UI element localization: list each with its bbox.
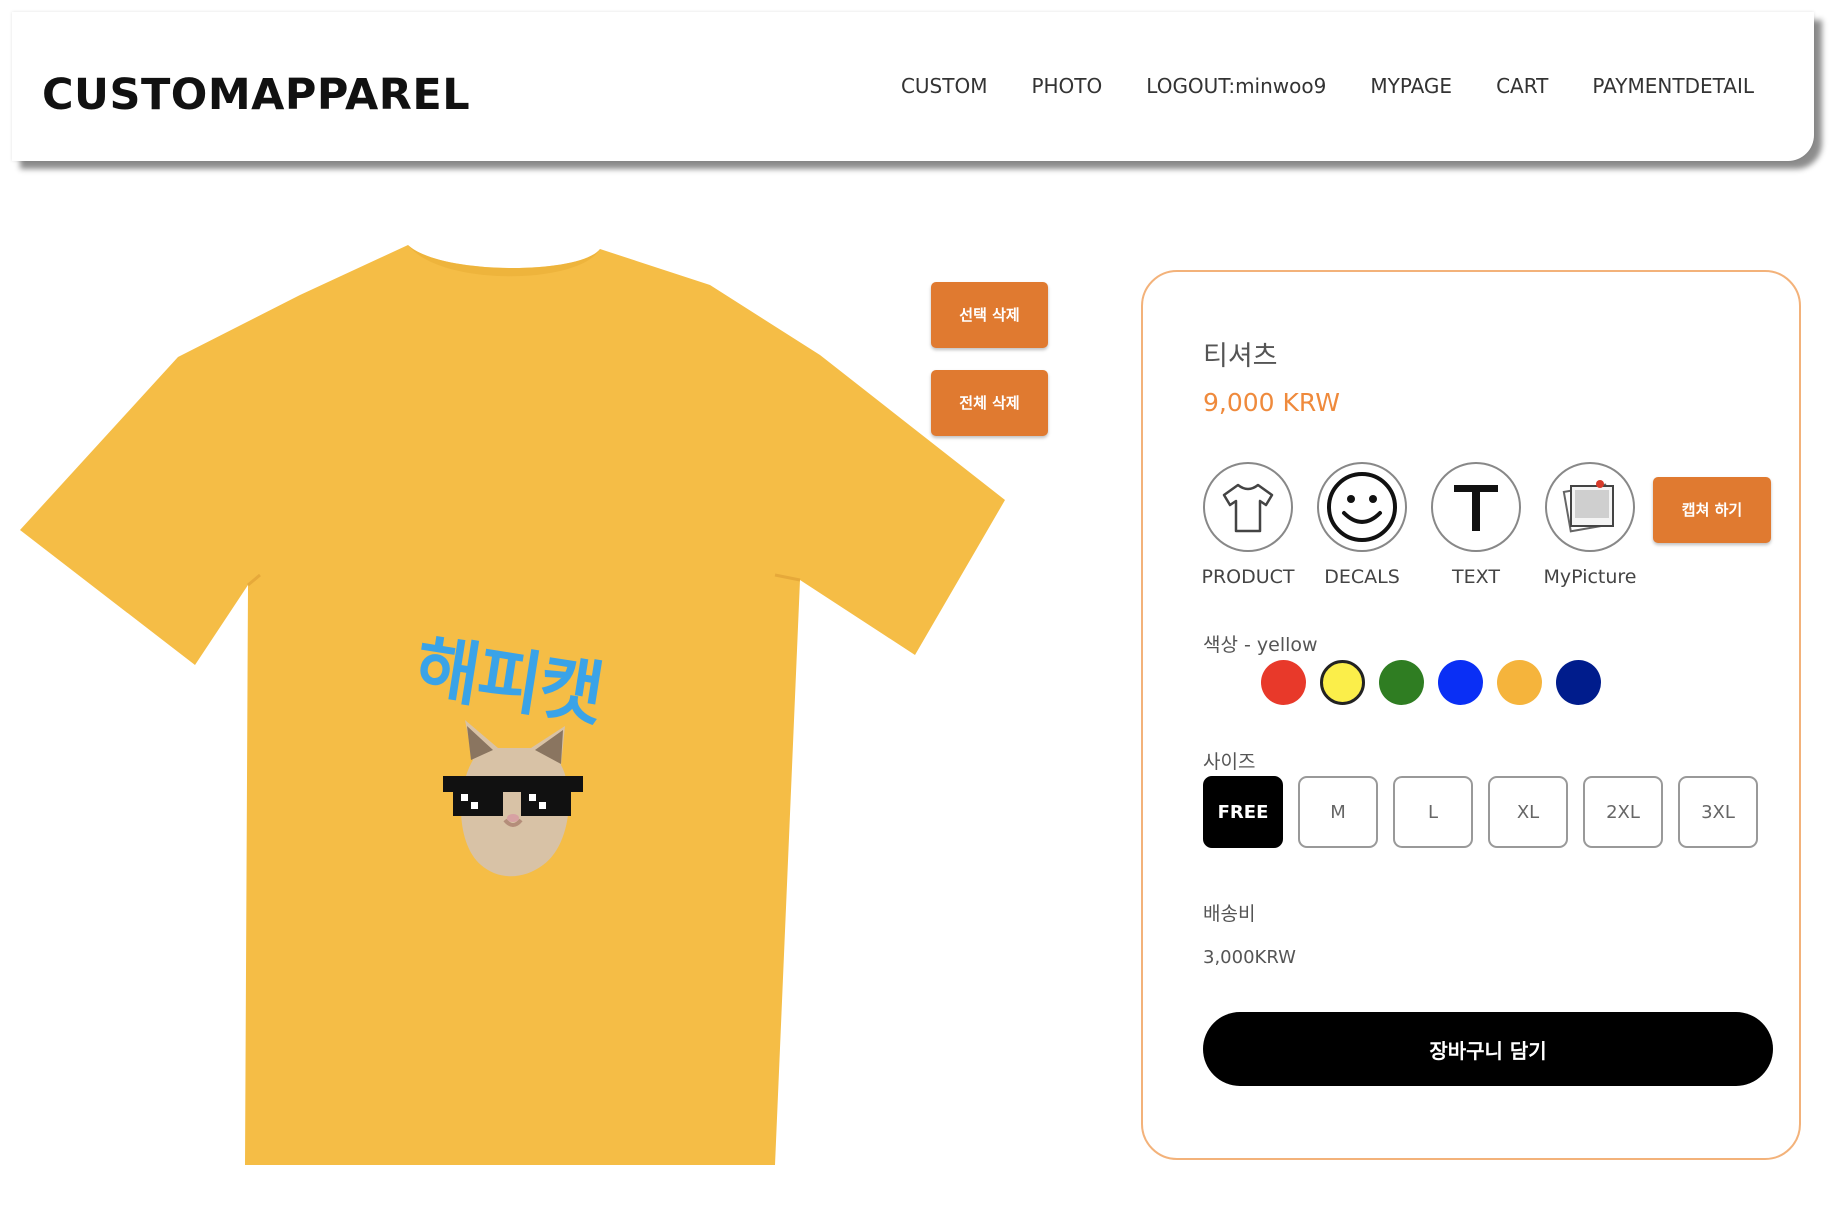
tool-label: MyPicture: [1543, 566, 1637, 588]
nav-payment-detail[interactable]: PAYMENTDETAIL: [1592, 74, 1754, 98]
color-label: 색상 - yellow: [1203, 634, 1318, 656]
cat-sunglasses-decal[interactable]: [443, 720, 583, 880]
site-logo[interactable]: CUSTOMAPPAREL: [42, 70, 470, 120]
nav-logout[interactable]: LOGOUT:minwoo9: [1146, 74, 1326, 98]
product-price: 9,000 KRW: [1203, 388, 1340, 417]
delete-selected-button[interactable]: 선택 삭제: [931, 282, 1048, 348]
delete-all-button[interactable]: 전체 삭제: [931, 370, 1048, 436]
size-3xl-button[interactable]: 3XL: [1678, 776, 1758, 848]
nav-photo[interactable]: PHOTO: [1031, 74, 1102, 98]
main-nav: CUSTOM PHOTO LOGOUT:minwoo9 MYPAGE CART …: [901, 74, 1754, 98]
size-label: 사이즈: [1203, 751, 1256, 773]
tool-label: DECALS: [1324, 566, 1400, 588]
add-to-cart-button[interactable]: 장바구니 담기: [1203, 1012, 1773, 1086]
color-swatch-green[interactable]: [1379, 660, 1424, 705]
tool-decals[interactable]: DECALS: [1317, 462, 1407, 588]
size-l-button[interactable]: L: [1393, 776, 1473, 848]
tool-label: TEXT: [1452, 566, 1500, 588]
capture-button[interactable]: 캡쳐 하기: [1653, 477, 1771, 543]
nav-cart[interactable]: CART: [1496, 74, 1548, 98]
design-canvas[interactable]: 해피캣 선택 삭제 전체 삭제: [20, 245, 1048, 1175]
nav-custom[interactable]: CUSTOM: [901, 74, 988, 98]
tool-mypicture[interactable]: MyPicture: [1543, 462, 1637, 588]
tool-text[interactable]: TEXT: [1431, 462, 1521, 588]
color-swatch-navy[interactable]: [1556, 660, 1601, 705]
size-m-button[interactable]: M: [1298, 776, 1378, 848]
color-swatch-orange[interactable]: [1497, 660, 1542, 705]
color-swatch-blue[interactable]: [1438, 660, 1483, 705]
size-xl-button[interactable]: XL: [1488, 776, 1568, 848]
tool-label: PRODUCT: [1201, 566, 1295, 588]
shipping-label: 배송비: [1203, 903, 1256, 925]
color-swatches: [1261, 660, 1601, 705]
shipping-fee: 3,000KRW: [1203, 947, 1296, 968]
color-swatch-yellow[interactable]: [1320, 660, 1365, 705]
tool-product[interactable]: PRODUCT: [1201, 462, 1295, 588]
nav-mypage[interactable]: MYPAGE: [1370, 74, 1452, 98]
size-free-button[interactable]: FREE: [1203, 776, 1283, 848]
top-navbar: CUSTOMAPPAREL CUSTOM PHOTO LOGOUT:minwoo…: [12, 12, 1814, 161]
design-tools: PRODUCT DECALS TEXT MyPicture: [1201, 462, 1637, 588]
photo-stack-icon: [1545, 462, 1635, 552]
size-options: FREE M L XL 2XL 3XL: [1203, 776, 1758, 848]
smiley-icon: [1317, 462, 1407, 552]
text-icon: [1431, 462, 1521, 552]
product-panel: 티셔츠 9,000 KRW PRODUCT DECALS TEXT MyPict…: [1141, 270, 1801, 1160]
size-2xl-button[interactable]: 2XL: [1583, 776, 1663, 848]
product-name: 티셔츠: [1203, 341, 1278, 372]
tshirt-icon: [1203, 462, 1293, 552]
color-swatch-red[interactable]: [1261, 660, 1306, 705]
